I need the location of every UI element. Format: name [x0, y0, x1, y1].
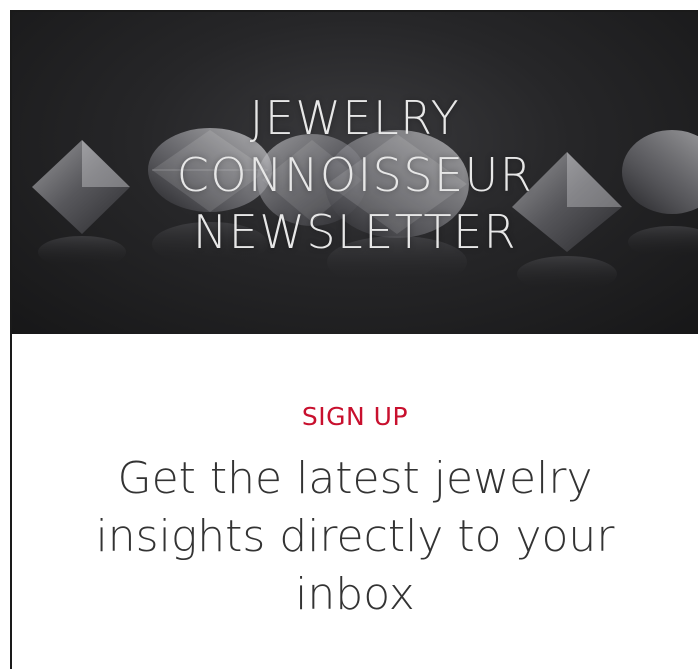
title-line: CONNOISSEUR: [176, 148, 534, 202]
signup-heading: Get the latest jewelry insights directly…: [95, 453, 615, 620]
hero-banner: JEWELRY CONNOISSEUR NEWSLETTER: [12, 12, 698, 334]
newsletter-title: JEWELRY CONNOISSEUR NEWSLETTER: [12, 90, 698, 261]
title-line: JEWELRY: [249, 91, 461, 145]
title-line: NEWSLETTER: [192, 205, 518, 259]
newsletter-card: JEWELRY CONNOISSEUR NEWSLETTER SIGN UP G…: [10, 10, 698, 669]
signup-eyebrow: SIGN UP: [301, 402, 409, 431]
